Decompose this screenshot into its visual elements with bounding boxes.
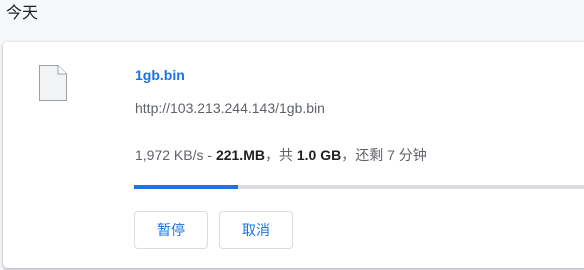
status-separator: - — [203, 147, 216, 163]
pause-button[interactable]: 暂停 — [134, 211, 208, 249]
download-speed: 1,972 KB/s — [135, 147, 204, 163]
download-status-text: 1,972 KB/s - 221.MB，共 1.0 GB，还剩 7 分钟 — [135, 146, 427, 164]
download-item-card: 1gb.bin http://103.213.244.143/1gb.bin 1… — [3, 42, 584, 268]
download-progress-fill — [134, 185, 238, 189]
status-separator: ，共 — [264, 147, 297, 163]
date-group-header: 今天 — [6, 5, 39, 22]
downloaded-amount: 221.MB — [215, 147, 265, 163]
file-icon — [38, 64, 68, 102]
download-progress-bar — [134, 185, 584, 189]
time-remaining: ，还剩 7 分钟 — [341, 147, 427, 163]
file-name-link[interactable]: 1gb.bin — [135, 66, 185, 84]
cancel-button[interactable]: 取消 — [219, 211, 293, 249]
total-size: 1.0 GB — [296, 147, 342, 163]
file-url: http://103.213.244.143/1gb.bin — [135, 100, 325, 116]
